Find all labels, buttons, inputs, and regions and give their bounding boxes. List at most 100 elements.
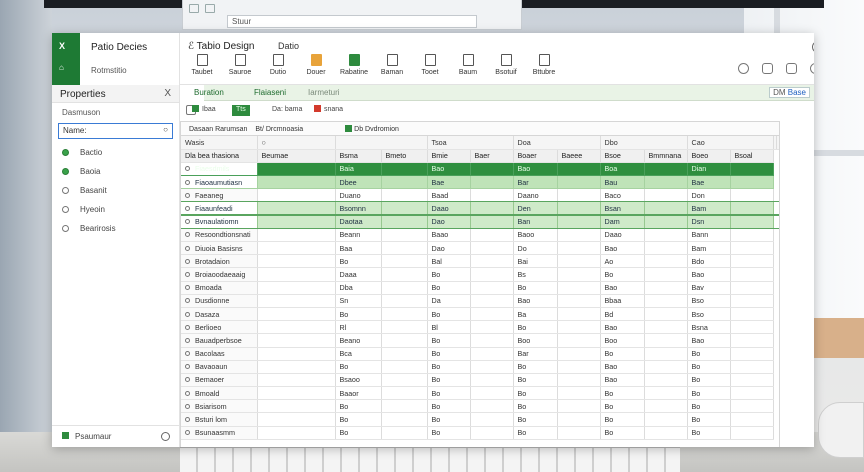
table-cell[interactable] bbox=[644, 188, 688, 203]
table-cell[interactable] bbox=[470, 201, 514, 216]
table-cell[interactable] bbox=[644, 241, 688, 256]
properties-item[interactable]: Hyeoin bbox=[52, 200, 179, 219]
table-cell[interactable] bbox=[644, 399, 688, 414]
table-cell[interactable] bbox=[730, 347, 774, 361]
table-cell[interactable]: Bav bbox=[687, 281, 731, 295]
close-icon[interactable]: X bbox=[164, 88, 171, 99]
table-cell[interactable]: Bs bbox=[513, 267, 558, 282]
table-cell[interactable] bbox=[470, 175, 514, 190]
table-cell[interactable] bbox=[257, 320, 336, 335]
table-cell[interactable]: Bo bbox=[427, 426, 471, 440]
name-field[interactable]: Name: ○ bbox=[58, 123, 173, 139]
table-cell[interactable]: Bo bbox=[687, 386, 731, 401]
table-cell[interactable] bbox=[381, 228, 428, 243]
table-cell[interactable] bbox=[257, 241, 336, 256]
table-cell[interactable] bbox=[470, 412, 514, 427]
table-cell[interactable] bbox=[381, 360, 428, 374]
toggle-icon[interactable] bbox=[161, 432, 170, 441]
table-cell[interactable]: Bao bbox=[513, 294, 558, 308]
column-header[interactable]: Bsma bbox=[335, 149, 382, 163]
table-cell[interactable] bbox=[730, 267, 774, 282]
table-cell[interactable]: Daotaa bbox=[335, 215, 382, 229]
header-cell[interactable]: Wasis bbox=[181, 136, 258, 150]
table-cell[interactable] bbox=[644, 201, 688, 216]
ribbon-button[interactable]: Bsotuif bbox=[486, 54, 526, 76]
table-cell[interactable] bbox=[557, 412, 601, 427]
table-cell[interactable] bbox=[557, 294, 601, 308]
dropdown-icon[interactable]: ○ bbox=[163, 125, 168, 134]
row-name-cell[interactable]: Bsiarisom bbox=[181, 399, 258, 414]
table-cell[interactable]: Bo bbox=[427, 386, 471, 401]
table-cell[interactable]: Bao bbox=[600, 360, 645, 374]
table-cell[interactable] bbox=[257, 386, 336, 401]
table-cell[interactable] bbox=[557, 241, 601, 256]
table-cell[interactable] bbox=[381, 175, 428, 190]
help-icon[interactable]: − bbox=[812, 41, 814, 53]
table-cell[interactable] bbox=[257, 360, 336, 374]
table-cell[interactable] bbox=[730, 162, 774, 177]
table-cell[interactable] bbox=[257, 347, 336, 361]
table-cell[interactable]: Bo bbox=[513, 281, 558, 295]
table-cell[interactable] bbox=[470, 254, 514, 269]
ribbon-button[interactable]: Dutio bbox=[258, 54, 298, 76]
table-cell[interactable] bbox=[730, 201, 774, 216]
table-cell[interactable] bbox=[730, 333, 774, 348]
settings-icon[interactable] bbox=[738, 63, 749, 74]
table-cell[interactable] bbox=[557, 426, 601, 440]
table-cell[interactable] bbox=[470, 386, 514, 401]
properties-item[interactable]: Basanit bbox=[52, 181, 179, 200]
table-cell[interactable] bbox=[557, 188, 601, 203]
table-cell[interactable]: Baa bbox=[335, 241, 382, 256]
table-row[interactable]: Bmoada Dba Bo Bo Bao Bav bbox=[181, 281, 779, 295]
table-cell[interactable]: Dba bbox=[335, 281, 382, 295]
table-cell[interactable] bbox=[381, 294, 428, 308]
table-cell[interactable] bbox=[557, 281, 601, 295]
table-cell[interactable] bbox=[644, 228, 688, 243]
table-cell[interactable]: Bo bbox=[687, 399, 731, 414]
column-header[interactable]: Boaer bbox=[513, 149, 558, 163]
table-cell[interactable]: Bo bbox=[513, 426, 558, 440]
table-cell[interactable] bbox=[381, 386, 428, 401]
table-row[interactable]: Fiaesdmils Baia Bao Bao Boa Dian bbox=[181, 162, 779, 177]
table-cell[interactable] bbox=[470, 294, 514, 308]
row-name-cell[interactable]: Faeaneg bbox=[181, 188, 258, 203]
table-cell[interactable] bbox=[644, 360, 688, 374]
row-name-cell[interactable]: Brotadaion bbox=[181, 254, 258, 269]
ribbon-tab[interactable]: Datio bbox=[278, 41, 299, 51]
table-cell[interactable]: Baaor bbox=[335, 386, 382, 401]
table-cell[interactable] bbox=[730, 412, 774, 427]
table-cell[interactable] bbox=[644, 412, 688, 427]
table-cell[interactable]: Baoo bbox=[513, 228, 558, 243]
table-cell[interactable]: Bo bbox=[427, 307, 471, 322]
column-header[interactable]: Boeo bbox=[687, 149, 731, 163]
home-icon[interactable]: ⌂ bbox=[59, 63, 64, 72]
table-cell[interactable] bbox=[470, 241, 514, 256]
table-cell[interactable] bbox=[381, 399, 428, 414]
header-cell[interactable]: Dbo bbox=[600, 136, 688, 150]
table-row[interactable]: Faeaneg Duano Baad Daano Baco Don bbox=[181, 188, 779, 203]
table-cell[interactable] bbox=[381, 215, 428, 229]
table-cell[interactable] bbox=[257, 254, 336, 269]
table-cell[interactable] bbox=[644, 386, 688, 401]
table-cell[interactable]: Bsomnn bbox=[335, 201, 382, 216]
table-cell[interactable] bbox=[730, 294, 774, 308]
table-cell[interactable] bbox=[557, 373, 601, 388]
table-cell[interactable] bbox=[644, 162, 688, 177]
properties-item[interactable]: Bactio bbox=[52, 143, 179, 162]
table-cell[interactable] bbox=[730, 307, 774, 322]
table-cell[interactable] bbox=[644, 333, 688, 348]
table-cell[interactable] bbox=[557, 347, 601, 361]
table-cell[interactable] bbox=[730, 360, 774, 374]
column-header[interactable]: Bmeto bbox=[381, 149, 428, 163]
table-row[interactable]: Bvnaulatiomn Daotaa Dao Ban Dam Dsn bbox=[181, 214, 779, 230]
table-cell[interactable] bbox=[730, 386, 774, 401]
table-cell[interactable]: Bao bbox=[600, 373, 645, 388]
table-row[interactable]: Dusdionne Sn Da Bao Bbaa Bso bbox=[181, 294, 779, 308]
row-name-cell[interactable]: Bvnaulatiomn bbox=[181, 215, 258, 229]
table-cell[interactable] bbox=[257, 228, 336, 243]
table-cell[interactable]: Bo bbox=[427, 412, 471, 427]
table-cell[interactable]: Beann bbox=[335, 228, 382, 243]
table-cell[interactable] bbox=[557, 333, 601, 348]
table-cell[interactable]: Bao bbox=[687, 333, 731, 348]
table-cell[interactable] bbox=[557, 201, 601, 216]
